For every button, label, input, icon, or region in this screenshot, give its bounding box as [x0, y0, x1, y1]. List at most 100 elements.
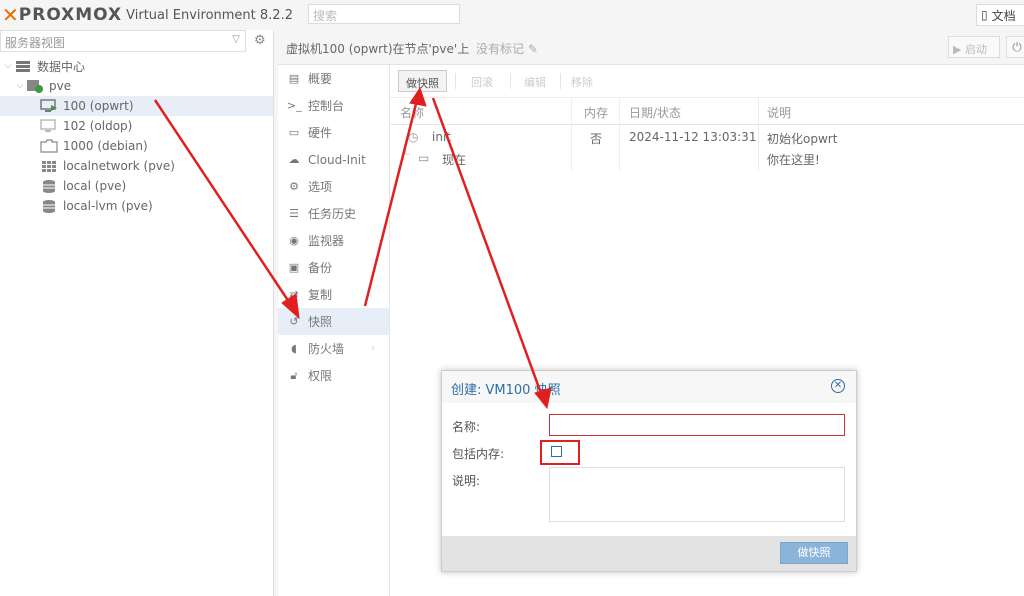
terminal-icon: >_	[287, 99, 302, 112]
tree-node-vm-102[interactable]: 102 (oldop)	[0, 116, 273, 136]
tree-node-label: 100 (opwrt)	[63, 99, 134, 113]
snapshot-name: init	[432, 130, 451, 144]
tags-label: 没有标记	[476, 42, 525, 56]
search-input[interactable]: 搜索	[308, 4, 460, 24]
unlock-icon: 🔓︎	[290, 368, 298, 382]
view-selector[interactable]: 服务器视图 ▽	[0, 30, 246, 52]
proxmox-logo[interactable]: ✕ PROXMOX Virtual Environment 8.2.2	[2, 3, 293, 27]
tree-node-vm-100[interactable]: 100 (opwrt)	[0, 96, 273, 116]
expand-icon[interactable]: ⌵	[2, 61, 14, 71]
play-icon: ▶	[953, 43, 965, 56]
menu-item-replication[interactable]: ⇄ 复制	[278, 281, 389, 308]
menu-item-hardware[interactable]: ▭ 硬件	[278, 119, 389, 146]
menu-item-label: 备份	[308, 261, 333, 275]
chevron-down-icon: ▽	[232, 34, 240, 45]
column-header-date[interactable]: 日期/状态	[629, 104, 681, 121]
snapshot-date: 2024-11-12 13:03:31	[629, 130, 757, 144]
column-header-memory[interactable]: 内存	[584, 104, 608, 121]
current-state-description: 你在这里!	[767, 153, 820, 167]
rollback-button[interactable]: 回滚	[464, 70, 500, 92]
list-icon: ☰	[289, 207, 299, 220]
node-online-icon	[26, 79, 44, 93]
menu-item-task-history[interactable]: ☰ 任务历史	[278, 200, 389, 227]
tree-node-local[interactable]: local (pve)	[0, 176, 273, 196]
gear-icon[interactable]: ⚙	[254, 33, 266, 48]
current-state-name: 现在	[442, 153, 467, 167]
tree-node-label: local-lvm (pve)	[63, 199, 153, 213]
start-button[interactable]: ▶ 启动	[948, 36, 1000, 58]
edit-button[interactable]: 编辑	[517, 70, 553, 92]
history-icon: ↺	[289, 315, 299, 328]
dialog-title: 创建: VM100 快照	[451, 383, 561, 398]
vm-running-icon	[40, 99, 58, 113]
tree-node-label: local (pve)	[63, 179, 127, 193]
menu-item-label: 快照	[308, 315, 333, 329]
version-text: Virtual Environment 8.2.2	[126, 7, 293, 23]
column-divider	[758, 98, 759, 170]
resource-tree-panel: 服务器视图 ▽ ⚙ ⌵ 数据中心 ⌵ pve 100 (opwrt) 102 (…	[0, 30, 274, 596]
menu-item-label: 权限	[308, 369, 333, 383]
gear-icon: ⚙	[289, 180, 299, 193]
tree-node-label: 数据中心	[37, 59, 86, 74]
power-icon: ⏻	[1012, 40, 1022, 54]
tree-node-localnetwork[interactable]: localnetwork (pve)	[0, 156, 273, 176]
menu-item-cloudinit[interactable]: ☁ Cloud-Init	[278, 146, 389, 173]
snapshot-name-input[interactable]	[549, 414, 845, 436]
snapshot-description: 初始化opwrt	[767, 132, 838, 146]
book-icon: ▤	[288, 72, 300, 85]
menu-item-options[interactable]: ⚙ 选项	[278, 173, 389, 200]
docs-label: 文档	[991, 8, 1016, 23]
description-textarea[interactable]	[549, 467, 845, 522]
tree-node-local-lvm[interactable]: local-lvm (pve)	[0, 196, 273, 216]
tree-node-pve[interactable]: ⌵ pve	[0, 76, 273, 96]
menu-item-permissions[interactable]: 🔓︎ 权限	[278, 362, 389, 389]
menu-item-summary[interactable]: ▤ 概要	[278, 65, 389, 92]
tree-node-label: pve	[49, 79, 72, 93]
pencil-icon: ✎	[524, 42, 538, 56]
shutdown-button[interactable]: ⏻	[1006, 36, 1024, 58]
toolbar-separator	[560, 73, 561, 89]
book-icon: ▯	[981, 8, 988, 22]
container-icon	[40, 139, 58, 153]
content-header: 虚拟机100 (opwrt)在节点'pve'上 没有标记 ✎ ▶ 启动 ⏻	[278, 30, 1024, 65]
cloud-icon: ☁	[288, 153, 300, 166]
menu-item-label: 任务历史	[308, 207, 357, 221]
take-snapshot-button[interactable]: 做快照	[398, 70, 447, 92]
tags-edit[interactable]: 没有标记 ✎	[476, 40, 538, 57]
menu-item-firewall[interactable]: ◖ 防火墙 ›	[278, 335, 389, 362]
storage-icon	[40, 199, 58, 213]
menu-item-label: 监视器	[308, 234, 345, 248]
menu-item-monitor[interactable]: ◉ 监视器	[278, 227, 389, 254]
menu-item-backup[interactable]: ▣ 备份	[278, 254, 389, 281]
close-icon[interactable]: ✕	[831, 379, 845, 393]
tree-node-datacenter[interactable]: ⌵ 数据中心	[0, 56, 273, 76]
brand-text: PROXMOX	[18, 5, 123, 25]
menu-item-console[interactable]: >_ 控制台	[278, 92, 389, 119]
tree-node-label: 102 (oldop)	[63, 119, 133, 133]
column-header-name[interactable]: 名称	[400, 104, 424, 121]
eye-icon: ◉	[289, 234, 299, 247]
docs-button[interactable]: ▯ 文档	[976, 4, 1024, 26]
remove-button[interactable]: 移除	[564, 70, 600, 92]
menu-item-label: 选项	[308, 180, 333, 194]
submit-snapshot-button[interactable]: 做快照	[780, 542, 848, 564]
proxmox-x-icon: ✕	[2, 3, 19, 27]
column-divider	[571, 98, 572, 170]
column-header-description[interactable]: 说明	[767, 104, 791, 121]
view-selector-label: 服务器视图	[5, 36, 66, 50]
dialog-footer: 做快照	[442, 536, 856, 571]
start-label: 启动	[964, 43, 987, 56]
tree-node-ct-1000[interactable]: 1000 (debian)	[0, 136, 273, 156]
menu-item-label: 概要	[308, 72, 333, 86]
menu-item-snapshot[interactable]: ↺ 快照	[278, 308, 389, 335]
chevron-right-icon: ›	[371, 343, 375, 354]
expand-icon[interactable]: ⌵	[14, 81, 26, 91]
network-grid-icon	[40, 159, 58, 173]
menu-item-label: 硬件	[308, 126, 333, 140]
menu-item-label: Cloud-Init	[308, 152, 366, 167]
dialog-titlebar[interactable]: 创建: VM100 快照 ✕	[442, 371, 856, 403]
table-header: 名称 内存 日期/状态 说明	[390, 98, 1024, 125]
retweet-icon: ⇄	[289, 288, 299, 301]
description-label: 说明:	[452, 474, 481, 488]
storage-icon	[40, 179, 58, 193]
